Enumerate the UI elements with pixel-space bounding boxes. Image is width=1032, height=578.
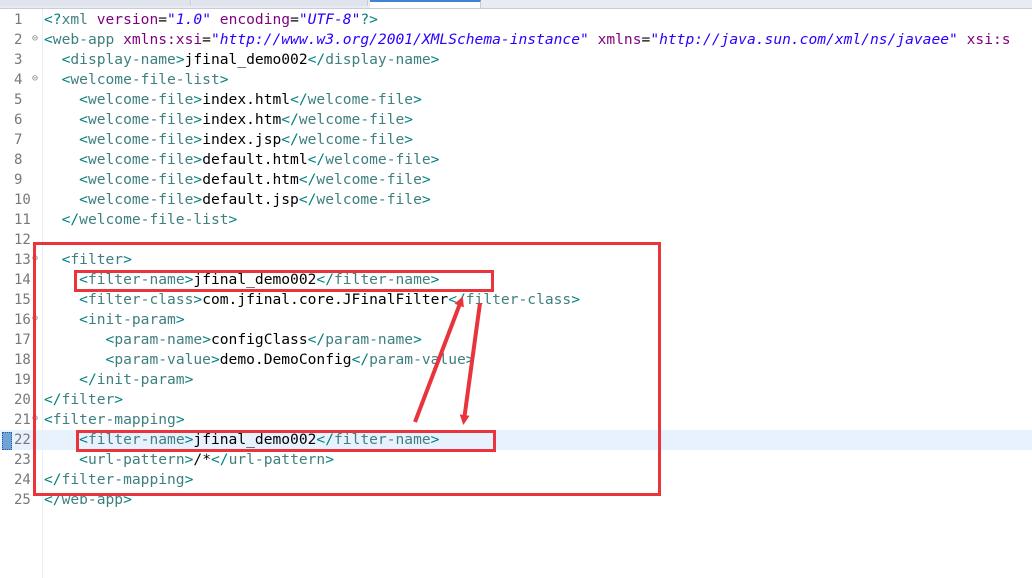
editor-tab[interactable] [0,0,191,6]
annotation-arrows [413,296,482,425]
editor-tab-active[interactable] [370,0,481,8]
editor-tab-bar [0,0,1032,9]
editor-tab[interactable] [192,0,368,6]
arrow-down [459,302,482,425]
arrow-up [413,296,464,423]
code-editor[interactable]: 1 <?xml version="1.0" encoding="UTF-8"?> 2… [0,9,1032,578]
